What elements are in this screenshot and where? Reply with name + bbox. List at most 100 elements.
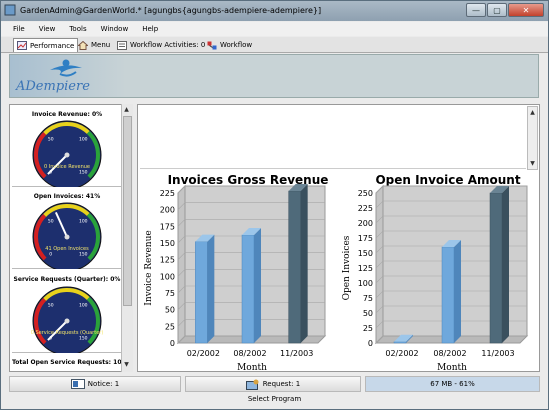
x-tick-label: 08/2002 (233, 349, 266, 358)
y-tick-label: 0 (170, 339, 175, 348)
y-tick-label: 200 (358, 219, 373, 228)
request-label: Request: 1 (262, 380, 301, 388)
menu-file[interactable]: File (13, 25, 25, 33)
logo-figure-icon (50, 59, 82, 77)
gauge-tick-label: 50 (48, 219, 54, 225)
bar (241, 234, 255, 344)
tab-workflow-label: Workflow (220, 41, 253, 49)
tab-performance[interactable]: Performance (13, 38, 79, 52)
bar-side (454, 240, 461, 343)
minimize-button[interactable]: — (466, 3, 486, 17)
y-tick-label: 225 (160, 189, 175, 198)
window-title: GardenAdmin@GardenWorld.* [agungbs{agung… (20, 6, 322, 15)
gauge-value-label: 41 Open Invoices (45, 246, 89, 252)
performance-icon (17, 41, 27, 50)
gauge-tick-label: 100 (79, 303, 88, 309)
status-message: Select Program (247, 395, 302, 403)
gauges-scrollbar[interactable]: ▲ ▼ (121, 104, 133, 372)
gauge-value-label: 0 Service Requests (Quarter) (31, 330, 104, 336)
y-tick-label: 100 (160, 272, 175, 281)
gauge-title: Open Invoices: 41% (33, 193, 101, 200)
gauge-tick-label: 50 (48, 303, 54, 309)
memory-indicator[interactable]: 67 MB - 61% (365, 376, 540, 392)
y-tick-label: 50 (363, 309, 373, 318)
gauge-title: Invoice Revenue: 0% (31, 111, 103, 118)
gauge-tick-label: 100 (79, 219, 88, 225)
request-button[interactable]: Request: 1 (185, 376, 361, 392)
chart-title: Open Invoice Amount (375, 173, 520, 187)
y-tick-label: 125 (160, 256, 175, 265)
bar-side (300, 184, 308, 343)
scroll-down-icon[interactable]: ▼ (122, 360, 131, 369)
menu-tools[interactable]: Tools (69, 25, 86, 33)
tab-bar: Performance Menu Workflow Activities: 0 … (1, 37, 548, 53)
scroll-up-icon[interactable]: ▲ (122, 105, 131, 114)
maximize-button[interactable]: ▢ (487, 3, 507, 17)
menu-help[interactable]: Help (142, 25, 158, 33)
bar (288, 190, 301, 344)
gauge-hub (64, 318, 70, 324)
y-tick-label: 225 (358, 204, 373, 213)
gauge-tick-label: 0 (49, 251, 52, 257)
scroll-thumb[interactable] (123, 116, 132, 306)
bar (489, 192, 503, 344)
gauge-card[interactable]: Invoice Revenue: 0% 0 50 100 150 0 Invoice R… (12, 105, 122, 187)
y-tick-label: 75 (165, 289, 175, 298)
app-icon (4, 4, 16, 16)
bar (441, 246, 455, 344)
tab-workflow-activities[interactable]: Workflow Activities: 0 (114, 38, 208, 52)
y-tick-label: 175 (358, 234, 373, 243)
y-tick-label: 200 (160, 206, 175, 215)
y-tick-label: 25 (363, 324, 373, 333)
y-tick-label: 75 (363, 294, 373, 303)
y-tick-label: 125 (358, 264, 373, 273)
info-text-area[interactable] (140, 107, 526, 169)
tab-menu-label: Menu (91, 41, 111, 49)
y-tick-label: 175 (160, 222, 175, 231)
gauge-value-label: 0 Invoice Revenue (44, 164, 90, 170)
workflow-icon (207, 41, 217, 49)
status-bar: Notice: 1 Request: 1 67 MB - 61% (9, 376, 540, 392)
y-tick-label: 250 (358, 189, 373, 198)
bar-side (254, 228, 261, 343)
close-button[interactable]: ✕ (508, 3, 544, 17)
menu-bar: File View Tools Window Help (1, 22, 548, 36)
logo-text: ADempiere (16, 79, 90, 94)
gauge-tick-label: 50 (48, 137, 54, 143)
y-tick-label: 150 (358, 249, 373, 258)
notice-icon (70, 379, 85, 389)
notice-label: Notice: 1 (87, 380, 120, 388)
gauge-card[interactable]: Total Open Service Requests: 10% (12, 353, 128, 371)
scroll-up-icon[interactable]: ▲ (528, 108, 537, 117)
notice-button[interactable]: Notice: 1 (9, 376, 181, 392)
open-invoice-amount-chart: Open Invoice Amount 0 25 50 75 100 125 150 175 20… (342, 173, 529, 371)
gauge-dial: 050 1001500 Invoice Revenue (32, 120, 102, 187)
x-tick-label: 11/2003 (481, 349, 514, 358)
scroll-down-icon[interactable]: ▼ (528, 159, 537, 168)
tab-workflow[interactable]: Workflow (204, 38, 255, 52)
x-tick-label: 02/2002 (187, 349, 220, 358)
gauge-tick-label: 150 (79, 335, 88, 341)
x-tick-label: 08/2002 (433, 349, 466, 358)
menu-view[interactable]: View (39, 25, 56, 33)
tab-menu[interactable]: Menu (75, 38, 113, 52)
gauge-dial: 050 1001500 Service Requests (Quarter) (31, 286, 104, 353)
gauge-card[interactable]: Open Invoices: 41% 0 50 100 150 41 Open Invo… (12, 187, 122, 269)
y-tick-label: 100 (358, 279, 373, 288)
invoices-gross-revenue-chart: Invoices Gross Revenue025507510012515017… (144, 173, 328, 371)
title-bar[interactable]: GardenAdmin@GardenWorld.* [agungbs{agung… (1, 1, 548, 21)
gauge-card[interactable]: Service Requests (Quarter): 0% 0 50 100 150… (12, 269, 122, 353)
y-tick-label: 50 (165, 306, 175, 315)
menu-window[interactable]: Window (101, 25, 129, 33)
gauge-tick-label: 100 (79, 137, 88, 143)
logo: ADempiere (10, 55, 126, 97)
gauge-hub (64, 152, 70, 158)
bar (393, 341, 407, 344)
bar (195, 241, 208, 344)
y-tick-label: 0 (368, 339, 373, 348)
gauge-tick-label: 150 (79, 169, 88, 175)
home-icon (78, 40, 88, 50)
main-panel: ▲ ▼ Invoices Gross Revenue 0 25 50 75 100 125 1… (137, 104, 540, 372)
text-area-scrollbar[interactable]: ▲ ▼ (527, 106, 538, 170)
gauge-title: Service Requests (Quarter): 0% (13, 276, 121, 283)
